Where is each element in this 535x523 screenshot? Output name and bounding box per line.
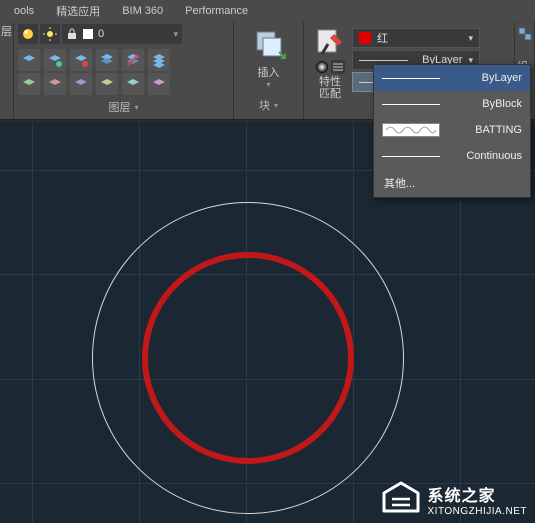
layer-tool-1-icon[interactable] <box>18 49 40 71</box>
color-swatch-icon <box>359 32 371 44</box>
tab-featured-apps[interactable]: 精选应用 <box>46 1 110 21</box>
linetype-option-batting[interactable]: BATTING <box>374 117 530 143</box>
watermark: 系统之家 XITONGZHIJIA.NET <box>380 481 528 517</box>
list-icon[interactable] <box>331 60 345 74</box>
color-wheel-icon[interactable] <box>315 60 329 74</box>
insert-block-button[interactable] <box>251 26 287 62</box>
layer-properties-icon[interactable] <box>18 24 38 44</box>
layer-tool-11-icon[interactable] <box>122 73 144 95</box>
lineweight-preview-icon <box>359 60 408 61</box>
layer-panel-label: 图层 <box>18 99 229 117</box>
layer-tool-10-icon[interactable] <box>96 73 118 95</box>
linetype-option-other[interactable]: 其他... <box>374 169 530 197</box>
linetype-option-continuous[interactable]: Continuous <box>374 143 530 169</box>
tab-performance[interactable]: Performance <box>175 3 258 19</box>
watermark-url: XITONGZHIJIA.NET <box>428 506 528 517</box>
tab-tools[interactable]: ools <box>4 3 44 19</box>
tab-bim360[interactable]: BIM 360 <box>112 3 173 19</box>
linetype-option-label: ByBlock <box>448 98 522 110</box>
layer-tool-4-icon[interactable] <box>96 49 118 71</box>
dropdown-arrow-icon: ▾ <box>468 33 473 44</box>
layer-tool-5-icon[interactable] <box>122 49 144 71</box>
dropdown-arrow-icon: ▾ <box>266 80 270 89</box>
layer-sun-icon[interactable] <box>40 24 60 44</box>
layer-tool-2-icon[interactable] <box>44 49 66 71</box>
block-panel: 插入 ▾ 块 <box>234 22 304 119</box>
linetype-preview-icon <box>382 149 440 163</box>
edge-panel-left-label: 层 <box>1 26 12 38</box>
layer-dropdown[interactable]: 0 ▾ <box>62 24 182 44</box>
insert-block-label: 插入 <box>258 64 280 80</box>
linetype-preview-icon <box>382 97 440 111</box>
layer-tool-8-icon[interactable] <box>44 73 66 95</box>
linetype-option-label: Continuous <box>448 150 522 162</box>
linetype-option-label: ByLayer <box>448 72 522 84</box>
dropdown-arrow-icon: ▾ <box>173 29 178 40</box>
watermark-logo-icon <box>380 481 422 517</box>
layer-tool-9-icon[interactable] <box>70 73 92 95</box>
layer-tool-6-icon[interactable] <box>148 49 170 71</box>
linetype-preview-icon <box>382 123 440 137</box>
color-label: 红 <box>377 30 462 46</box>
layer-tool-3-icon[interactable] <box>70 49 92 71</box>
layer-tool-7-icon[interactable] <box>18 73 40 95</box>
current-layer-name: 0 <box>98 28 169 40</box>
block-panel-label: 块 <box>259 97 278 115</box>
red-circle-entity[interactable] <box>142 252 354 464</box>
linetype-dropdown-menu: ByLayer ByBlock BATTING Continuous 其他... <box>373 64 531 198</box>
match-properties-label: 特性 匹配 <box>319 76 341 100</box>
layer-panel: 0 ▾ 图层 <box>14 22 234 119</box>
color-dropdown[interactable]: 红 ▾ <box>352 28 480 48</box>
layer-tool-12-icon[interactable] <box>148 73 170 95</box>
linetype-option-bylayer[interactable]: ByLayer <box>374 65 530 91</box>
linetype-option-byblock[interactable]: ByBlock <box>374 91 530 117</box>
linetype-option-label: BATTING <box>448 124 522 136</box>
linetype-preview-icon <box>382 71 440 85</box>
match-properties-button[interactable] <box>314 26 346 58</box>
ribbon-tab-bar: ools 精选应用 BIM 360 Performance <box>0 0 535 22</box>
watermark-title: 系统之家 <box>428 482 528 506</box>
group-icon[interactable] <box>517 26 533 42</box>
